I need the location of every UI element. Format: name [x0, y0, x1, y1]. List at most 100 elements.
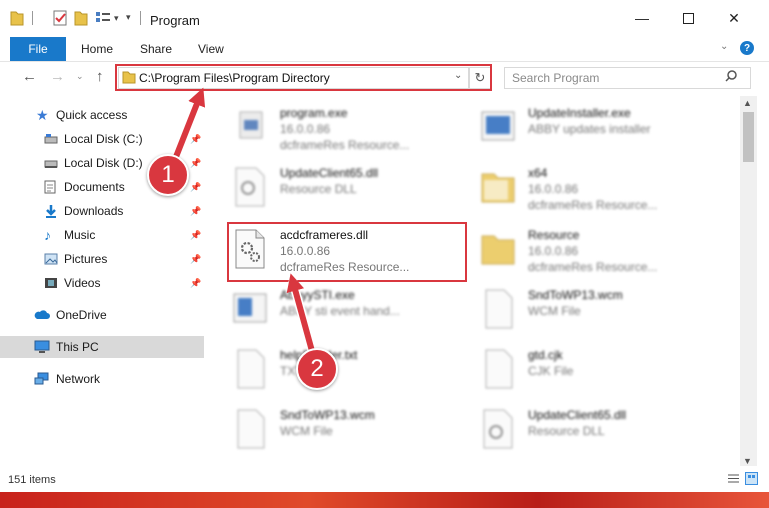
list-item[interactable]: SndToWP13.wcm WCM File — [478, 282, 728, 336]
cloud-icon — [34, 310, 50, 319]
search-icon[interactable] — [724, 69, 738, 83]
file-name: program.exe — [280, 106, 348, 120]
drive-icon — [44, 160, 58, 168]
window-title: Program — [150, 13, 200, 28]
pictures-icon — [44, 253, 58, 265]
pin-icon[interactable]: 📌 — [190, 182, 201, 193]
dll-icon — [483, 409, 513, 449]
list-item[interactable]: x64 16.0.0.86 dcframeRes Resource... — [478, 160, 728, 214]
tab-share[interactable]: Share — [140, 42, 172, 56]
nav-label: Videos — [64, 276, 101, 290]
file-meta: dcframeRes Resource... — [528, 198, 658, 212]
list-item[interactable]: AbbyySTI.exe ABBY sti event hand... — [230, 282, 480, 336]
desktop-background — [0, 492, 769, 508]
file-meta: dcframeRes Resource... — [528, 260, 658, 274]
list-item[interactable]: UpdateInstaller.exe ABBY updates install… — [478, 100, 728, 154]
expand-ribbon-icon[interactable]: ⌄ — [720, 41, 728, 52]
nav-item-network[interactable]: Network — [0, 368, 204, 390]
nav-label: Network — [56, 372, 101, 386]
scrollbar-thumb[interactable] — [743, 112, 754, 162]
recent-locations-icon[interactable]: ⌄ — [76, 71, 84, 82]
customize-toolbar-icon[interactable]: ▾ — [126, 12, 131, 23]
pin-icon[interactable]: 📌 — [190, 206, 201, 217]
minimize-icon: — — [635, 10, 649, 26]
file-icon — [237, 349, 265, 389]
file-name: x64 — [528, 166, 548, 180]
file-meta: WCM File — [528, 304, 581, 318]
close-button[interactable]: ✕ — [711, 0, 757, 36]
new-folder-icon[interactable] — [74, 9, 88, 27]
step-2-badge: 2 — [296, 348, 338, 390]
ribbon — [0, 36, 769, 62]
pin-icon[interactable]: 📌 — [190, 158, 201, 169]
nav-item-downloads[interactable]: Downloads 📌 — [0, 200, 204, 222]
separator — [32, 11, 33, 25]
file-meta: ABBY updates installer — [528, 122, 651, 136]
file-meta: 16.0.0.86 — [528, 244, 579, 258]
list-item[interactable]: UpdateClient65.dll Resource DLL — [230, 160, 480, 214]
nav-item-pictures[interactable]: Pictures 📌 — [0, 248, 204, 270]
pin-icon[interactable]: 📌 — [190, 134, 201, 145]
star-icon: ★ — [36, 106, 49, 123]
up-button[interactable]: ↑ — [96, 68, 104, 85]
pin-icon[interactable]: 📌 — [190, 254, 201, 265]
nav-label: OneDrive — [56, 308, 107, 322]
forward-button[interactable]: → — [50, 68, 65, 85]
properties-icon[interactable] — [52, 9, 68, 27]
minimize-button[interactable]: — — [619, 0, 665, 36]
nav-label: Downloads — [64, 204, 124, 218]
nav-label: Local Disk (C:) — [64, 132, 143, 146]
list-item[interactable]: gtd.cjk CJK File — [478, 342, 728, 396]
nav-item-quick-access[interactable]: ★ Quick access — [0, 104, 204, 126]
file-meta: Resource DLL — [528, 424, 605, 438]
drive-icon — [44, 134, 58, 144]
file-meta: 16.0.0.86 — [280, 122, 331, 136]
nav-item-videos[interactable]: Videos 📌 — [0, 272, 204, 294]
list-item[interactable]: Resource 16.0.0.86 dcframeRes Resource..… — [478, 222, 728, 276]
pin-icon[interactable]: 📌 — [190, 230, 201, 241]
tiles-view-icon[interactable] — [745, 472, 758, 485]
nav-label: Music — [64, 228, 96, 242]
back-button[interactable]: ← — [22, 68, 37, 85]
details-view-icon[interactable] — [727, 472, 740, 485]
pin-icon[interactable]: 📌 — [190, 278, 201, 289]
tab-file[interactable]: File — [10, 37, 66, 61]
tab-home[interactable]: Home — [81, 42, 113, 56]
address-highlight-box — [115, 64, 492, 91]
file-name: UpdateClient65.dll — [528, 408, 627, 422]
network-icon — [34, 372, 49, 385]
maximize-button[interactable] — [665, 0, 711, 36]
file-highlight-box — [227, 222, 467, 282]
list-item[interactable]: UpdateClient65.dll Resource DLL — [478, 402, 728, 456]
chevron-down-icon[interactable]: ▾ — [114, 13, 119, 24]
dll-icon — [235, 167, 265, 207]
nav-label: This PC — [56, 340, 99, 354]
folder-icon — [10, 11, 24, 26]
exe-icon — [233, 293, 267, 323]
scroll-down-icon[interactable]: ▼ — [743, 456, 752, 466]
download-icon — [46, 205, 56, 218]
nav-item-this-pc[interactable]: This PC — [0, 336, 204, 358]
tab-view[interactable]: View — [198, 42, 224, 56]
title-bar: ▾ ▾ Program — ✕ — [0, 0, 769, 36]
nav-item-local-disk-c[interactable]: Local Disk (C:) 📌 — [0, 128, 204, 150]
music-icon: ♪ — [44, 227, 51, 243]
list-item[interactable]: SndToWP13.wcm WCM File — [230, 402, 480, 456]
list-item[interactable]: program.exe 16.0.0.86 dcframeRes Resourc… — [230, 100, 480, 154]
file-meta: CJK File — [528, 364, 574, 378]
help-icon[interactable]: ? — [740, 41, 754, 55]
scroll-up-icon[interactable]: ▲ — [743, 98, 752, 108]
file-meta: ABBY sti event hand... — [280, 304, 400, 318]
folder-icon — [481, 173, 515, 203]
step-1-badge: 1 — [147, 154, 189, 196]
nav-item-onedrive[interactable]: OneDrive — [0, 304, 204, 326]
exe-icon — [239, 111, 263, 139]
search-input[interactable]: Search Program — [512, 71, 599, 85]
nav-item-music[interactable]: ♪ Music 📌 — [0, 224, 204, 246]
list-item[interactable]: helpReader.txt TXT File — [230, 342, 480, 396]
nav-label: Documents — [64, 180, 125, 194]
file-name: gtd.cjk — [528, 348, 563, 362]
view-options-icon[interactable] — [95, 9, 111, 27]
file-name: Resource — [528, 228, 580, 242]
separator — [140, 11, 141, 25]
